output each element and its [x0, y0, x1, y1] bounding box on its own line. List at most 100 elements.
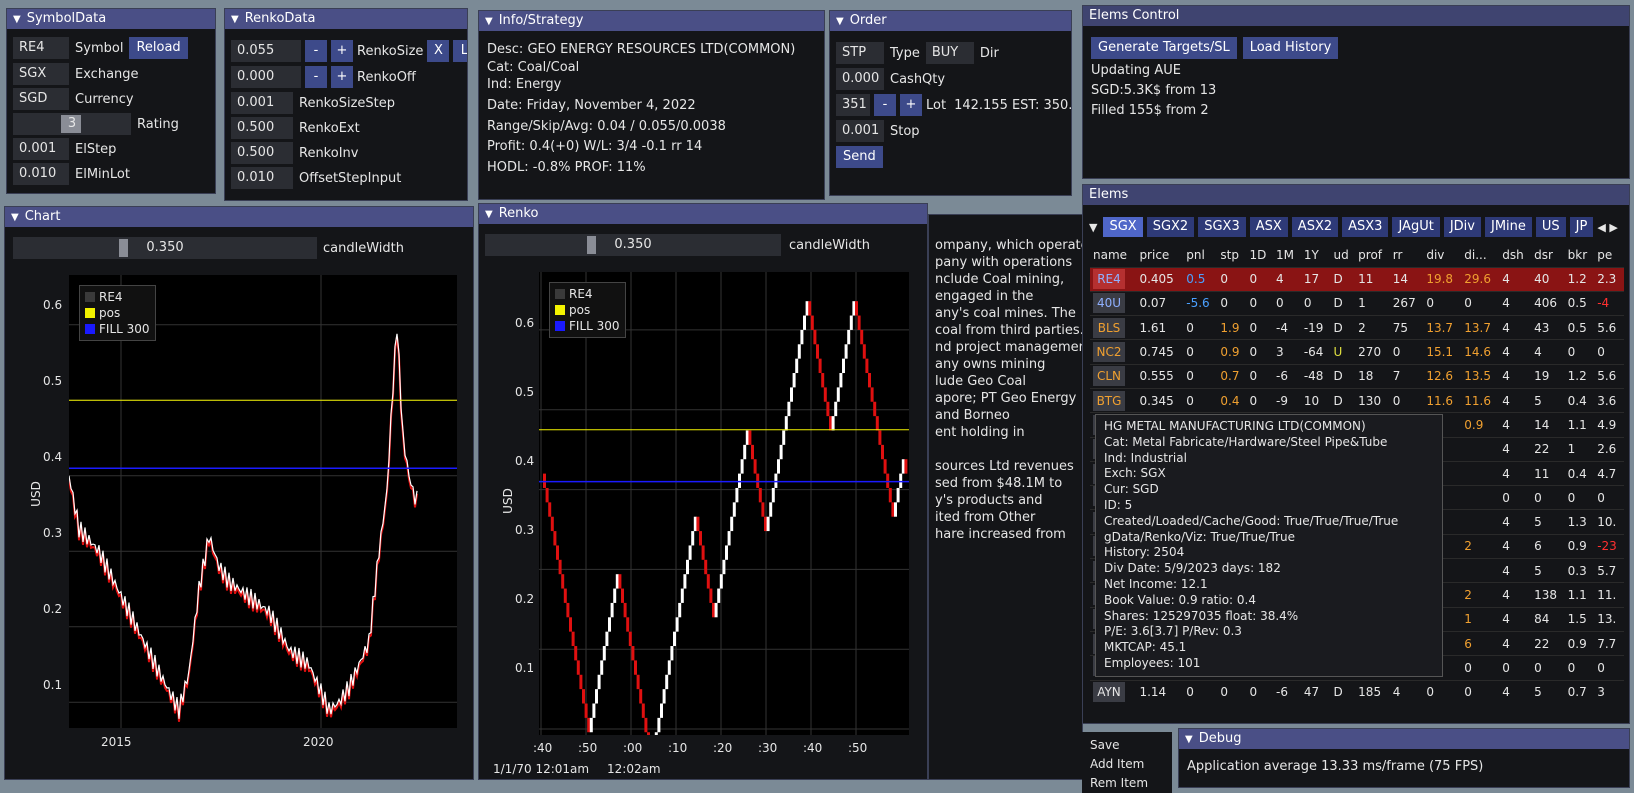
renko-chart-plot[interactable]: RE4 pos FILL 300 — [539, 272, 909, 761]
column-header[interactable]: dsr — [1531, 243, 1565, 267]
collapse-triangle-icon[interactable]: ▼ — [1185, 734, 1193, 745]
tab-asx2[interactable]: ASX2 — [1291, 217, 1339, 237]
tab-list-dropdown-icon[interactable]: ▼ — [1089, 221, 1097, 234]
send-button[interactable]: Send — [836, 146, 883, 168]
collapse-triangle-icon[interactable]: ▼ — [231, 14, 239, 25]
table-row[interactable]: RE4 0.405 0.5 0 0 4 17 D 11 14 19.8 29.6 4 40 1.2 2.3 — [1090, 266, 1624, 292]
column-header[interactable]: name — [1090, 243, 1136, 267]
tab-us[interactable]: US — [1535, 217, 1566, 237]
tab-sgx3[interactable]: SGX3 — [1198, 217, 1246, 237]
elems-control-title-bar[interactable]: Elems Control — [1083, 6, 1629, 26]
reload-button[interactable]: Reload — [129, 37, 188, 59]
symbol-button[interactable]: 40U — [1093, 293, 1125, 314]
column-header[interactable]: 1Y — [1301, 243, 1331, 267]
symbol-button[interactable]: BLS — [1093, 317, 1125, 338]
symbol-data-title-bar[interactable]: ▼ SymbolData — [7, 9, 215, 29]
elminlot-input[interactable]: 0.010 — [13, 163, 69, 185]
order-title-bar[interactable]: ▼ Order — [830, 11, 1071, 31]
table-row[interactable]: BLS 1.61 0 1.9 0 -4 -19 D 2 75 13.7 13.7 4 43 0.5 5.6 — [1090, 315, 1624, 340]
renko-legend[interactable]: RE4 pos FILL 300 — [549, 282, 626, 338]
column-header[interactable]: bkr — [1565, 243, 1595, 267]
renko-title-bar[interactable]: ▼ Renko — [479, 204, 927, 224]
column-header[interactable]: 1M — [1273, 243, 1301, 267]
lot-input[interactable]: 351 — [836, 94, 870, 116]
info-title-bar[interactable]: ▼ Info/Strategy — [479, 11, 824, 31]
exchange-input[interactable]: SGX — [13, 63, 69, 85]
column-header[interactable]: di... — [1461, 243, 1499, 267]
lot-plus-button[interactable]: + — [900, 94, 922, 116]
elstep-input[interactable]: 0.001 — [13, 138, 69, 160]
renko-inv-input[interactable]: 0.500 — [231, 142, 293, 164]
legend-item-pos[interactable]: pos — [85, 305, 150, 321]
cash-qty-input[interactable]: 0.000 — [836, 68, 884, 90]
generate-targets-button[interactable]: Generate Targets/SL — [1091, 37, 1237, 59]
menu-item-remove[interactable]: Rem Item — [1090, 774, 1164, 793]
renko-data-title-bar[interactable]: ▼ RenkoData — [225, 9, 467, 29]
order-dir-select[interactable]: BUY — [925, 42, 974, 64]
renko-l-button[interactable]: L — [453, 40, 467, 62]
lot-minus-button[interactable]: - — [874, 94, 896, 116]
collapse-triangle-icon[interactable]: ▼ — [13, 14, 21, 25]
chart-title-bar[interactable]: ▼ Chart — [5, 207, 473, 227]
table-row[interactable]: 40U 0.07 -5.6 0 0 0 0 D 1 267 0 0 4 406 0.5 -4 — [1090, 290, 1624, 316]
column-header[interactable]: pe — [1594, 243, 1624, 267]
symbol-button[interactable]: CLN — [1093, 366, 1125, 387]
collapse-triangle-icon[interactable]: ▼ — [836, 16, 844, 27]
renko-size-plus-button[interactable]: + — [331, 40, 353, 62]
symbol-button[interactable]: AYN — [1093, 682, 1125, 703]
tab-asx[interactable]: ASX — [1249, 217, 1288, 237]
load-history-button[interactable]: Load History — [1242, 37, 1339, 59]
menu-item-save[interactable]: Save — [1090, 736, 1164, 755]
tab-jagut[interactable]: JAgUt — [1392, 217, 1440, 237]
legend-item-re4[interactable]: RE4 — [85, 289, 150, 305]
symbol-button[interactable]: NC2 — [1093, 342, 1125, 363]
renko-x-button[interactable]: X — [427, 40, 450, 62]
renko-size-step-input[interactable]: 0.001 — [231, 92, 293, 114]
column-header[interactable]: div — [1423, 243, 1461, 267]
currency-input[interactable]: SGD — [13, 88, 69, 110]
renko-size-input[interactable]: 0.055 — [231, 40, 301, 62]
renko-off-minus-button[interactable]: - — [305, 66, 327, 88]
table-row[interactable]: AYN 1.14 0 0 0 -6 47 D 185 4 0 0 4 5 0.7 3 — [1090, 679, 1624, 705]
debug-title-bar[interactable]: ▼ Debug — [1179, 729, 1629, 749]
renko-candle-width-slider[interactable]: 0.350 — [485, 234, 781, 256]
rating-slider[interactable]: 3 — [13, 113, 131, 135]
renko-off-input[interactable]: 0.000 — [231, 66, 301, 88]
collapse-triangle-icon[interactable]: ▼ — [11, 212, 19, 223]
column-header[interactable]: price — [1136, 243, 1183, 267]
table-row[interactable]: BTG 0.345 0 0.4 0 -9 10 D 130 0 11.6 11.6 4 5 0.4 3.6 — [1090, 387, 1624, 413]
stop-input[interactable]: 0.001 — [836, 120, 884, 142]
renko-size-minus-button[interactable]: - — [305, 40, 327, 62]
renko-ext-input[interactable]: 0.500 — [231, 117, 293, 139]
tab-scroll-arrows-icon[interactable]: ◀ ▶ — [1597, 221, 1617, 234]
column-header[interactable]: 1D — [1246, 243, 1273, 267]
table-row[interactable]: CLN 0.555 0 0.7 0 -6 -48 D 18 7 12.6 13.5 4 19 1.2 5.6 — [1090, 363, 1624, 389]
legend-item-pos[interactable]: pos — [555, 302, 620, 318]
collapse-triangle-icon[interactable]: ▼ — [485, 209, 493, 220]
legend-item-fill[interactable]: FILL 300 — [85, 321, 150, 337]
elems-title-bar[interactable]: Elems — [1083, 185, 1629, 205]
tab-jmine[interactable]: JMine — [1484, 217, 1532, 237]
tab-sgx2[interactable]: SGX2 — [1146, 217, 1195, 237]
chart-legend[interactable]: RE4 pos FILL 300 — [79, 285, 156, 341]
tab-jdiv[interactable]: JDiv — [1443, 217, 1481, 237]
symbol-button[interactable]: RE4 — [1093, 269, 1125, 290]
legend-item-re4[interactable]: RE4 — [555, 286, 620, 302]
column-header[interactable]: dsh — [1499, 243, 1531, 267]
column-header[interactable]: pnl — [1183, 243, 1217, 267]
tab-jp[interactable]: JP — [1569, 217, 1594, 237]
column-header[interactable]: prof — [1355, 243, 1390, 267]
price-chart-plot[interactable]: RE4 pos FILL 300 — [68, 275, 457, 728]
symbol-input[interactable]: RE4 — [13, 37, 69, 59]
menu-item-add[interactable]: Add Item — [1090, 755, 1164, 774]
column-header[interactable]: stp — [1217, 243, 1246, 267]
legend-item-fill[interactable]: FILL 300 — [555, 318, 620, 334]
renko-off-plus-button[interactable]: + — [331, 66, 353, 88]
order-type-select[interactable]: STP — [836, 42, 884, 64]
column-header[interactable]: ud — [1331, 243, 1356, 267]
candle-width-slider[interactable]: 0.350 — [13, 237, 317, 259]
offset-step-input[interactable]: 0.010 — [231, 167, 293, 189]
symbol-button[interactable]: BTG — [1093, 390, 1125, 411]
column-header[interactable]: rr — [1390, 243, 1424, 267]
tab-asx3[interactable]: ASX3 — [1342, 217, 1389, 237]
